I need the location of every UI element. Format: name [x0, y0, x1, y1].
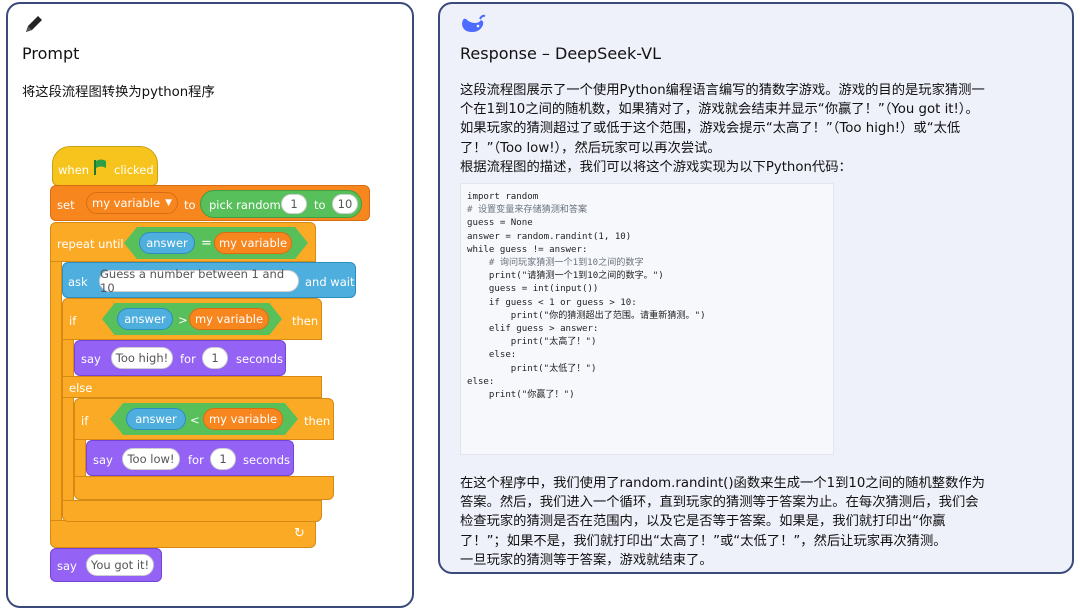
- loop-arrow-icon: ↻: [294, 526, 305, 541]
- to-label: to: [184, 198, 196, 212]
- code-line: else:: [467, 350, 517, 361]
- for-label: for: [180, 352, 196, 366]
- say-label: say: [81, 352, 101, 366]
- prompt-instruction: 将这段流程图转换为python程序: [22, 85, 215, 100]
- if-else-arm: [62, 340, 74, 508]
- say-message-input[interactable]: You got it!: [86, 554, 154, 576]
- and-wait-label: and wait: [305, 275, 355, 289]
- outro-line: 在这个程序中，我们使用了random.randint()函数来生成一个1到10之…: [460, 476, 985, 491]
- random-to-input[interactable]: 10: [332, 194, 358, 214]
- equals-label: =: [201, 236, 212, 251]
- less-label: <: [190, 413, 200, 427]
- code-line: print("请猜测一个1到10之间的数字。"): [467, 271, 664, 282]
- my-variable-reporter[interactable]: my variable: [203, 408, 283, 430]
- code-line: guess = None: [467, 218, 533, 229]
- answer-reporter[interactable]: answer: [126, 408, 186, 430]
- intro-line: 根据流程图的描述，我们可以将这个游戏实现为以下Python代码：: [460, 159, 852, 175]
- inner-if-arm: [74, 440, 86, 478]
- say-label: say: [57, 559, 77, 573]
- response-intro: 这段流程图展示了一个使用Python编程语言编写的猜数字游戏。游戏的目的是玩家猜…: [460, 81, 985, 177]
- prompt-title: Prompt: [22, 44, 80, 63]
- when-label: when: [58, 163, 90, 177]
- outro-line: 检查玩家的猜测是否在范围内，以及它是否等于答案。如果是，我们就打印出“你赢: [460, 514, 946, 530]
- code-line: elif guess > answer:: [467, 324, 599, 335]
- ask-label: ask: [68, 275, 88, 289]
- code-line: while guess != answer:: [467, 244, 588, 255]
- random-from-input[interactable]: 1: [281, 194, 307, 214]
- if-else-foot: [62, 500, 322, 522]
- code-line: print("你赢了！"): [467, 390, 575, 401]
- clicked-label: clicked: [114, 163, 154, 177]
- repeat-until-arm: [50, 262, 62, 522]
- code-line: else:: [467, 376, 495, 387]
- outro-line: 了！”；如果不是，我们就打印出“太高了！”或“太低了！”，然后让玩家再次猜测。: [460, 533, 947, 549]
- seconds-label: seconds: [236, 352, 284, 366]
- say-label: say: [93, 453, 113, 467]
- say-message-input[interactable]: Too low!: [122, 448, 180, 470]
- repeat-until-foot: [50, 520, 316, 548]
- code-line: print("你的猜测超出了范围。请重新猜测。"): [467, 310, 706, 321]
- code-line: # 询问玩家猜测一个1到10之间的数字: [467, 258, 644, 269]
- answer-reporter[interactable]: answer: [117, 308, 173, 330]
- pen-icon: [26, 16, 42, 32]
- variable-dropdown[interactable]: my variable ▼: [86, 192, 178, 214]
- response-title: Response – DeepSeek-VL: [460, 44, 661, 63]
- code-line: guess = int(input()): [467, 284, 599, 295]
- for-label: for: [188, 453, 204, 467]
- then-label: then: [304, 414, 331, 428]
- pick-random-label: pick random: [209, 198, 281, 212]
- code-line: print("太低了！"): [467, 363, 597, 374]
- variable-dropdown-label: my variable: [92, 196, 161, 210]
- intro-line: 了！”（Too low!），然后玩家可以再次尝试。: [460, 140, 721, 156]
- set-label: set: [57, 198, 75, 212]
- seconds-input[interactable]: 1: [210, 448, 236, 470]
- seconds-input[interactable]: 1: [202, 347, 228, 369]
- repeat-until-label: repeat until: [57, 237, 124, 251]
- green-flag-icon: [94, 159, 106, 175]
- ask-question-input[interactable]: Guess a number between 1 and 10: [99, 267, 299, 295]
- if-label: if: [81, 414, 89, 428]
- code-line: # 设置变量来存储猜测和答案: [467, 205, 588, 216]
- outro-line: 一旦玩家的猜测等于答案，游戏就结束了。: [460, 552, 713, 568]
- greater-label: >: [178, 313, 188, 327]
- code-line: import random: [467, 192, 539, 202]
- if-label: if: [69, 314, 77, 328]
- response-outro: 在这个程序中，我们使用了random.randint()函数来生成一个1到10之…: [460, 474, 985, 570]
- code-line: print("太高了！"): [467, 337, 597, 348]
- code-line: answer = random.randint(1, 10): [467, 231, 632, 242]
- else-bar: [62, 376, 322, 398]
- say-message-input[interactable]: Too high!: [111, 347, 173, 369]
- intro-line: 个在1到10之间的随机数，如果猜对了，游戏就会结束并显示“你赢了！”（You g…: [460, 102, 979, 118]
- intro-line: 这段流程图展示了一个使用Python编程语言编写的猜数字游戏。游戏的目的是玩家猜…: [460, 83, 985, 98]
- outro-line: 答案。然后，我们进入一个循环，直到玩家的猜测等于答案为止。在每次猜测后，我们会: [460, 495, 979, 511]
- dropdown-arrow-icon: ▼: [165, 198, 172, 208]
- my-variable-reporter[interactable]: my variable: [214, 232, 292, 254]
- intro-line: 如果玩家的猜测超过了或低于这个范围，游戏会提示“太高了！”（Too high!）…: [460, 121, 961, 137]
- seconds-label: seconds: [243, 453, 291, 467]
- my-variable-reporter[interactable]: my variable: [189, 308, 269, 330]
- inner-if-foot: [74, 476, 334, 500]
- whale-logo-icon: [462, 14, 486, 32]
- code-block: import random # 设置变量来存储猜测和答案 guess = None a…: [460, 183, 834, 455]
- else-label: else: [69, 381, 93, 395]
- random-to-label: to: [314, 198, 326, 212]
- code-line: if guess < 1 or guess > 10:: [467, 297, 637, 308]
- then-label: then: [292, 314, 319, 328]
- answer-reporter[interactable]: answer: [139, 232, 195, 254]
